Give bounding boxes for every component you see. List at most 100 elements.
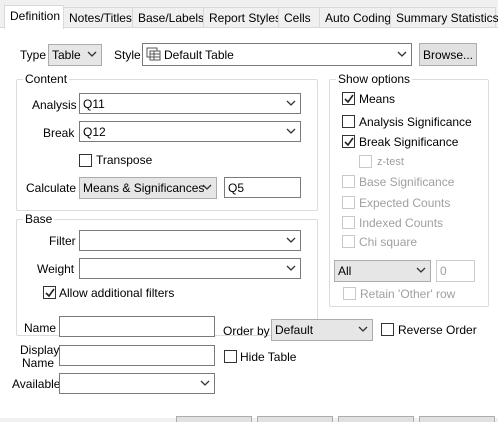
content-group-title: Content	[23, 72, 70, 86]
weight-select[interactable]	[79, 258, 301, 279]
dialog-button-partial[interactable]	[257, 416, 333, 422]
means-checkbox[interactable]	[342, 92, 355, 105]
chi-square-label: Chi square	[359, 235, 418, 249]
analysis-significance-label: Analysis Significance	[359, 115, 472, 129]
expected-counts-label: Expected Counts	[359, 196, 451, 210]
break-select-value: Q12	[83, 125, 106, 139]
type-select-value: Table	[52, 48, 81, 62]
chevron-down-icon	[87, 51, 97, 57]
indexed-counts-checkbox[interactable]	[342, 216, 355, 229]
type-label: Type	[20, 48, 47, 62]
chevron-down-icon	[286, 237, 296, 243]
allow-additional-filters-label: Allow additional filters	[59, 286, 175, 300]
count-input-value: 0	[440, 264, 447, 278]
tab-label: Cells	[284, 11, 311, 25]
checkmark-icon	[45, 288, 55, 298]
tab-label: Definition	[10, 9, 61, 23]
order-by-label: Order by	[223, 324, 270, 338]
tab-label: Auto Coding	[325, 11, 392, 25]
browse-button-label: Browse...	[422, 48, 473, 62]
break-significance-label: Break Significance	[359, 135, 459, 149]
show-options-group-title: Show options	[336, 72, 413, 86]
transpose-label: Transpose	[96, 153, 153, 167]
calculate-label: Calculate	[26, 181, 77, 195]
tab-definition[interactable]: Definition	[4, 5, 64, 29]
transpose-checkbox[interactable]	[79, 154, 92, 167]
calculate-variable-input[interactable]: Q5	[224, 177, 301, 198]
style-select[interactable]: Default Table	[142, 43, 412, 66]
calculate-variable-value: Q5	[228, 181, 245, 195]
chevron-down-icon	[416, 267, 426, 273]
break-significance-checkbox[interactable]	[342, 135, 355, 148]
expected-counts-checkbox[interactable]	[342, 196, 355, 209]
calculate-select[interactable]: Means & Significances	[79, 177, 217, 199]
chi-square-checkbox[interactable]	[342, 235, 355, 248]
retain-other-row-label: Retain 'Other' row	[360, 287, 456, 301]
style-label: Style	[114, 48, 141, 62]
analysis-significance-checkbox[interactable]	[342, 115, 355, 128]
base-significance-label: Base Significance	[359, 175, 455, 189]
count-input[interactable]: 0	[436, 260, 475, 282]
means-label: Means	[359, 92, 396, 106]
tab-cells[interactable]: Cells	[278, 7, 320, 28]
available-label: Available	[12, 377, 61, 391]
break-select[interactable]: Q12	[79, 121, 301, 142]
style-select-value: Default Table	[164, 48, 234, 62]
tab-notes-titles[interactable]: Notes/Titles	[63, 7, 133, 28]
tab-summary-statistics[interactable]: Summary Statistics	[390, 7, 498, 28]
chevron-down-icon	[200, 380, 210, 386]
base-group-title: Base	[23, 212, 55, 226]
display-name-label: Display	[20, 343, 60, 357]
tab-base-labels[interactable]: Base/Labels	[132, 7, 204, 28]
weight-label: Weight	[37, 262, 75, 276]
tab-strip: Definition Notes/Titles Base/Labels Repo…	[0, 0, 498, 29]
chevron-down-icon	[286, 128, 296, 134]
chevron-down-icon	[358, 326, 368, 332]
allow-additional-filters-checkbox[interactable]	[43, 286, 56, 299]
calculate-select-value: Means & Significances	[83, 181, 205, 195]
break-label: Break	[43, 126, 75, 140]
checkmark-icon	[344, 94, 354, 104]
table-style-icon	[146, 47, 161, 61]
base-significance-checkbox[interactable]	[342, 175, 355, 188]
z-test-label: z-test	[377, 156, 404, 168]
all-select-value: All	[338, 264, 352, 278]
chevron-down-icon	[286, 265, 296, 271]
definition-panel: Type Table Style Default Table Browse...…	[0, 27, 498, 422]
name-label: Name	[24, 321, 57, 335]
hide-table-label: Hide Table	[240, 350, 297, 364]
chevron-down-icon	[397, 51, 407, 57]
tab-label: Summary Statistics	[396, 11, 498, 25]
indexed-counts-label: Indexed Counts	[359, 216, 444, 230]
analysis-label: Analysis	[32, 98, 77, 112]
analysis-select[interactable]: Q11	[79, 93, 301, 114]
name-input[interactable]	[59, 316, 215, 337]
tab-label: Notes/Titles	[69, 11, 132, 25]
tab-label: Report Styles	[209, 11, 282, 25]
all-select[interactable]: All	[334, 260, 431, 282]
order-by-select-value: Default	[275, 323, 314, 337]
reverse-order-checkbox[interactable]	[381, 323, 394, 336]
type-select[interactable]: Table	[48, 44, 102, 66]
chevron-down-icon	[202, 184, 212, 190]
dialog-button-partial[interactable]	[176, 416, 252, 422]
tab-auto-coding[interactable]: Auto Coding	[319, 7, 391, 28]
available-select[interactable]	[59, 373, 215, 394]
retain-other-row-checkbox[interactable]	[343, 287, 356, 300]
hide-table-checkbox[interactable]	[224, 350, 237, 363]
tab-label: Base/Labels	[138, 11, 205, 25]
display-name-input[interactable]	[59, 345, 215, 366]
analysis-select-value: Q11	[83, 97, 105, 111]
checkmark-icon	[344, 137, 354, 147]
dialog-button-partial[interactable]	[419, 416, 495, 422]
tab-report-styles[interactable]: Report Styles	[203, 7, 282, 28]
filter-label: Filter	[49, 234, 76, 248]
chevron-down-icon	[286, 100, 296, 106]
z-test-checkbox[interactable]	[359, 155, 372, 168]
order-by-select[interactable]: Default	[271, 319, 373, 341]
filter-select[interactable]	[79, 230, 301, 251]
display-name-label-line2: Name	[22, 356, 55, 370]
reverse-order-label: Reverse Order	[398, 323, 477, 337]
dialog-button-partial[interactable]	[338, 416, 414, 422]
browse-button[interactable]: Browse...	[419, 43, 477, 66]
